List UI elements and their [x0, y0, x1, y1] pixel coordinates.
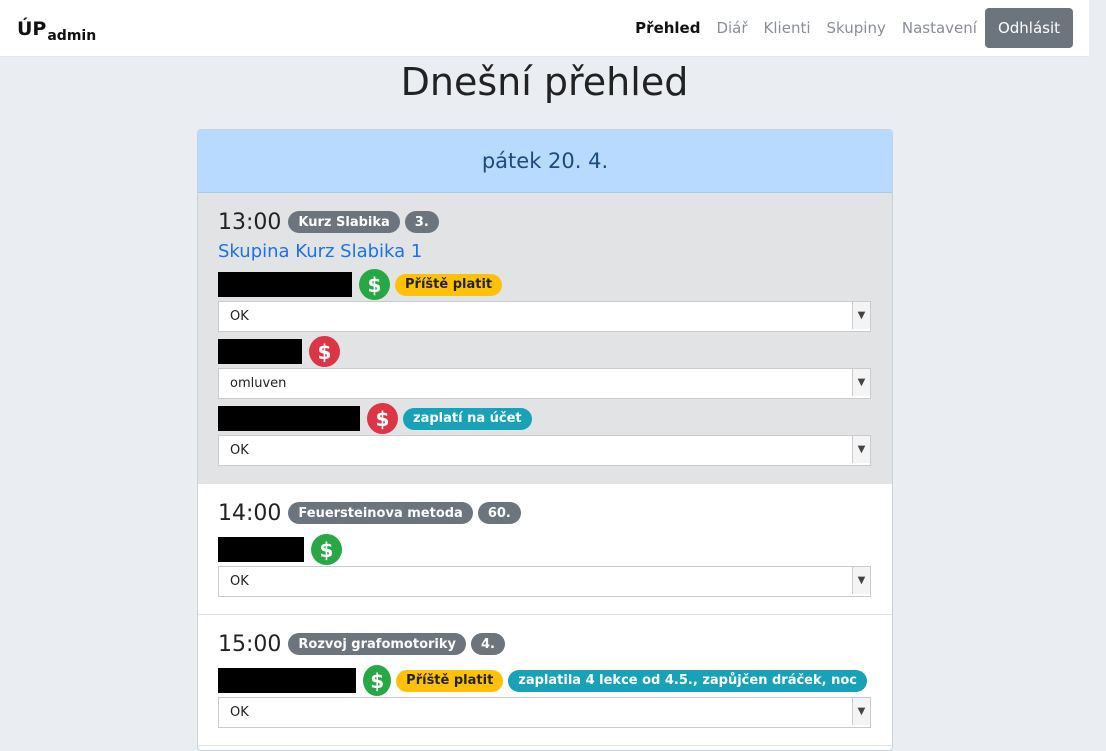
attendance-select[interactable]: OK ▼	[218, 435, 871, 466]
top-navbar: ÚPadmin Přehled Diář Klienti Skupiny Nas…	[0, 0, 1089, 57]
nav-link-nastaveni[interactable]: Nastavení	[902, 19, 977, 37]
course-badge: Kurz Slabika	[288, 211, 400, 233]
dollar-icon[interactable]: $	[359, 269, 390, 300]
brand-main-text: ÚP	[17, 18, 47, 40]
logout-button[interactable]: Odhlásit	[984, 8, 1073, 48]
day-card: pátek 20. 4. 13:00 Kurz Slabika 3. Skupi…	[197, 129, 893, 751]
group-link[interactable]: Skupina Kurz Slabika 1	[218, 241, 872, 262]
lesson-item: 15:00 Rozvoj grafomotoriky 4. $ Příště p…	[198, 615, 892, 746]
lesson-time: 15:00	[218, 631, 282, 657]
lesson-item: 13:00 Kurz Slabika 3. Skupina Kurz Slabi…	[198, 193, 892, 484]
attendance-select-value: OK	[230, 443, 249, 458]
redacted-client-name[interactable]	[218, 272, 352, 297]
redacted-client-name[interactable]	[218, 406, 360, 431]
attendance-select-value: OK	[230, 705, 249, 720]
attendance-select[interactable]: OK ▼	[218, 566, 871, 597]
nav-link-prehled[interactable]: Přehled	[635, 19, 700, 37]
course-badge: Feuersteinova metoda	[288, 502, 473, 524]
chevron-down-icon: ▼	[852, 369, 870, 396]
redacted-client-name[interactable]	[218, 668, 357, 693]
page-title: Dnešní přehled	[400, 60, 689, 104]
redacted-client-name[interactable]	[218, 339, 302, 364]
lesson-number-badge: 60.	[477, 502, 521, 524]
lesson-time: 14:00	[218, 500, 282, 526]
client-row: $ zaplatí na účet	[218, 402, 872, 435]
dollar-icon[interactable]: $	[367, 403, 398, 434]
attendance-select[interactable]: OK ▼	[218, 301, 871, 332]
nav-link-skupiny[interactable]: Skupiny	[827, 19, 886, 37]
chevron-down-icon: ▼	[852, 567, 870, 594]
lesson-header: 13:00 Kurz Slabika 3.	[218, 207, 872, 237]
brand-sub-text: admin	[47, 28, 97, 44]
lesson-header: 15:00 Rozvoj grafomotoriky 4.	[218, 629, 872, 659]
pay-next-badge: Příště platit	[396, 669, 504, 692]
note-badge: zaplatí na účet	[403, 407, 532, 430]
nav-menu: Přehled Diář Klienti Skupiny Nastavení O…	[619, 0, 1089, 56]
nav-link-diar[interactable]: Diář	[716, 19, 747, 37]
note-badge: zaplatila 4 lekce od 4.5., zapůjčen dráč…	[508, 669, 867, 692]
client-row: $ Příště platit zaplatila 4 lekce od 4.5…	[218, 664, 872, 697]
day-header: pátek 20. 4.	[198, 130, 892, 193]
client-row: $ Příště platit	[218, 268, 872, 301]
pay-next-badge: Příště platit	[395, 273, 503, 296]
attendance-select-value: OK	[230, 309, 249, 324]
dollar-icon[interactable]: $	[309, 336, 340, 367]
lesson-number-badge: 3.	[404, 211, 439, 233]
chevron-down-icon: ▼	[852, 302, 870, 329]
lesson-number-badge: 4.	[471, 633, 505, 655]
lesson-time: 13:00	[218, 209, 282, 235]
course-badge: Rozvoj grafomotoriky	[288, 633, 466, 655]
attendance-select-value: omluven	[230, 376, 287, 391]
client-row: $	[218, 533, 872, 566]
chevron-down-icon: ▼	[852, 436, 870, 463]
dollar-icon[interactable]: $	[363, 665, 392, 696]
client-row: $	[218, 335, 872, 368]
attendance-select-value: OK	[230, 574, 249, 589]
chevron-down-icon: ▼	[852, 698, 870, 725]
redacted-client-name[interactable]	[218, 537, 304, 562]
nav-link-klienti[interactable]: Klienti	[764, 19, 811, 37]
page-scrollbar[interactable]	[1089, 0, 1106, 728]
lesson-header: 14:00 Feuersteinova metoda 60.	[218, 498, 872, 528]
attendance-select[interactable]: omluven ▼	[218, 368, 871, 399]
brand-logo[interactable]: ÚPadmin	[17, 18, 96, 44]
attendance-select[interactable]: OK ▼	[218, 697, 871, 728]
lesson-item: 14:00 Feuersteinova metoda 60. $ OK ▼	[198, 484, 892, 615]
dollar-icon[interactable]: $	[311, 534, 342, 565]
